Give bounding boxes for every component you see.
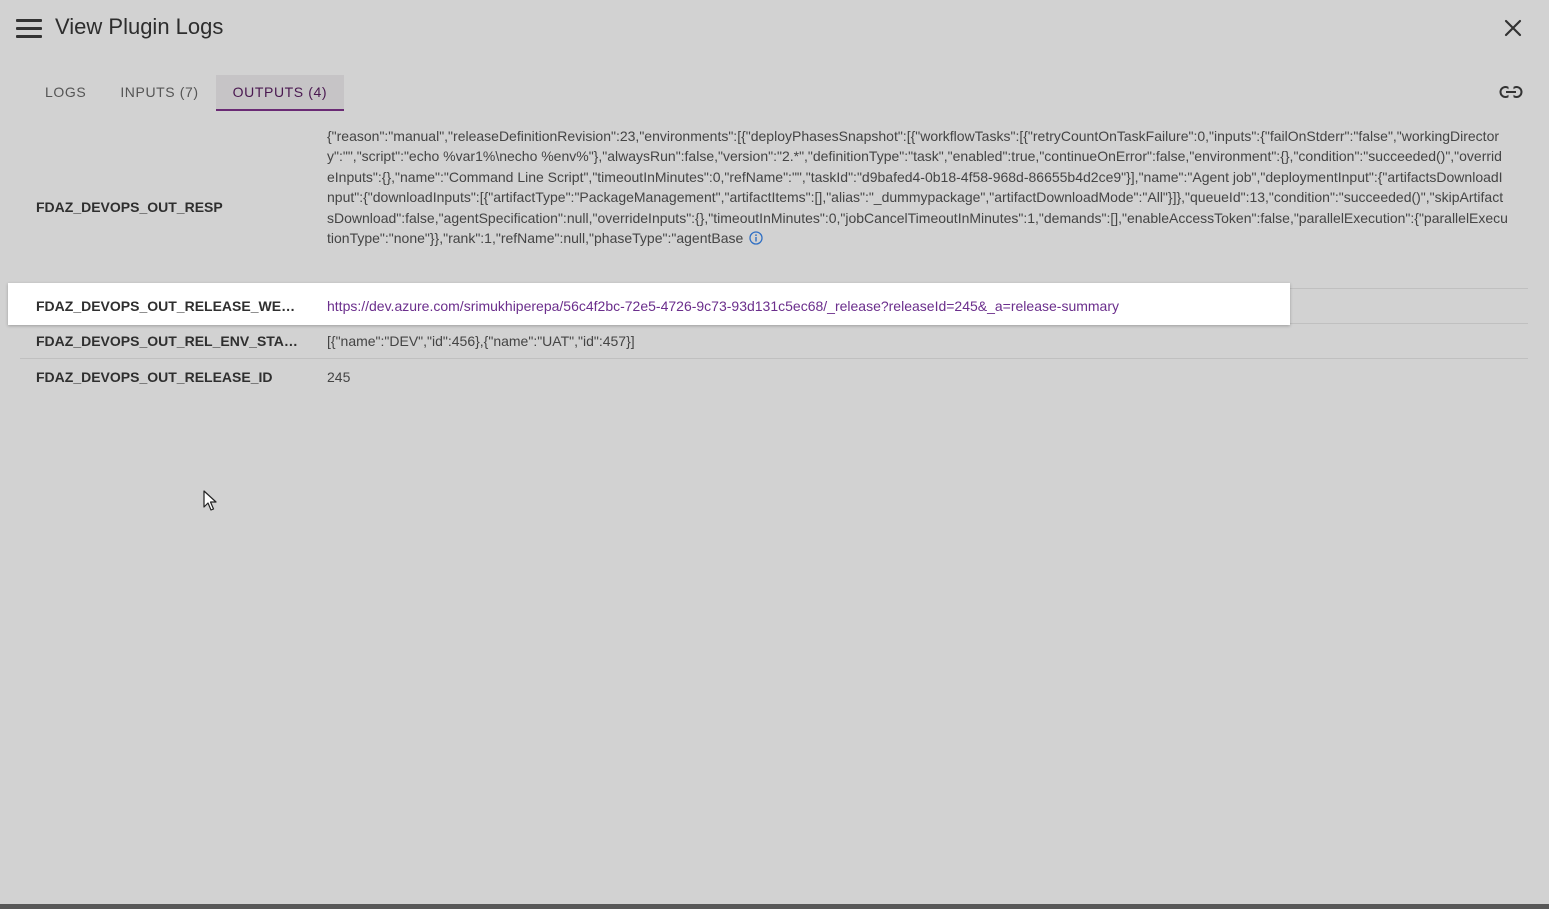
tab-logs[interactable]: LOGS — [28, 75, 103, 109]
output-name: FDAZ_DEVOPS_OUT_REL_ENV_STAGES — [36, 333, 298, 349]
output-value: [{"name":"DEV","id":456},{"name":"UAT","… — [327, 333, 635, 349]
dialog-header: View Plugin Logs — [0, 0, 1549, 56]
output-row: FDAZ_DEVOPS_OUT_REL_ENV_STAGES [{"name":… — [20, 324, 1528, 359]
output-name: FDAZ_DEVOPS_OUT_RESP — [36, 199, 223, 215]
page-title: View Plugin Logs — [55, 14, 224, 39]
tab-outputs[interactable]: OUTPUTS (4) — [215, 75, 345, 111]
output-name: FDAZ_DEVOPS_OUT_RELEASE_WEB_URL — [36, 298, 298, 314]
release-web-url-link[interactable]: https://dev.azure.com/srimukhiperepa/56c… — [327, 298, 1119, 314]
output-row: FDAZ_DEVOPS_OUT_RESP {"reason":"manual",… — [20, 124, 1528, 289]
output-value: 245 — [327, 369, 351, 385]
output-value: https://dev.azure.com/srimukhiperepa/56c… — [327, 298, 1119, 314]
hamburger-menu-icon[interactable] — [16, 16, 42, 40]
mouse-cursor-icon — [203, 490, 219, 512]
bottom-edge-bar — [0, 904, 1549, 909]
output-row: FDAZ_DEVOPS_OUT_RELEASE_ID 245 — [20, 359, 1528, 395]
output-value-text: {"reason":"manual","releaseDefinitionRev… — [327, 128, 1508, 247]
output-row: FDAZ_DEVOPS_OUT_RELEASE_WEB_URL https://… — [8, 283, 1528, 325]
output-value: {"reason":"manual","releaseDefinitionRev… — [327, 126, 1509, 288]
output-name: FDAZ_DEVOPS_OUT_RELEASE_ID — [36, 369, 273, 385]
link-icon[interactable] — [1499, 83, 1523, 101]
tab-inputs[interactable]: INPUTS (7) — [103, 75, 215, 109]
info-icon[interactable] — [749, 230, 763, 245]
close-icon[interactable] — [1502, 17, 1524, 39]
tab-bar: LOGS INPUTS (7) OUTPUTS (4) — [28, 75, 345, 111]
